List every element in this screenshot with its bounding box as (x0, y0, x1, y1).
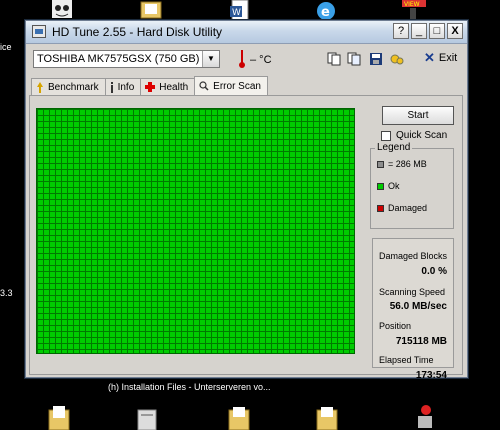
desktop-label-left-top: ice (0, 42, 12, 52)
benchmark-icon (37, 81, 43, 93)
close-button[interactable]: X (447, 23, 463, 39)
desktop-icon-folder-bottom-3[interactable] (316, 406, 340, 430)
damaged-blocks-value: 0.0 % (421, 266, 447, 277)
chevron-down-icon[interactable]: ▼ (202, 51, 219, 67)
exit-icon: ✕ (424, 50, 435, 65)
copy-text-icon[interactable] (327, 52, 341, 66)
desktop-label-bottom[interactable]: (h) Installation Files - Unterserveren v… (108, 382, 271, 392)
desktop-icon-folder-bottom-2[interactable] (228, 406, 252, 430)
legend-title: Legend (375, 142, 413, 153)
legend-swatch-red (377, 204, 384, 212)
legend-item-damaged: Damaged (377, 203, 427, 213)
desktop: W e VIEW ice 3.3 (h) Installation Files … (0, 0, 500, 430)
drive-select[interactable]: TOSHIBA MK7575GSX (750 GB) ▼ (33, 50, 220, 68)
maximize-button[interactable]: □ (429, 23, 445, 39)
svg-text:W: W (232, 8, 241, 18)
legend-label-ok: Ok (388, 181, 400, 191)
toolbar: TOSHIBA MK7575GSX (750 GB) ▼ – °C ✕ Exit (26, 44, 467, 74)
tab-strip: Benchmark Info Health Error Scan (31, 76, 268, 96)
damaged-blocks-label: Damaged Blocks (379, 251, 448, 261)
tab-health[interactable]: Health (140, 78, 196, 95)
position-value: 715118 MB (395, 336, 447, 347)
app-icon (32, 25, 46, 38)
svg-text:VIEW: VIEW (404, 1, 420, 8)
legend-swatch-green (377, 182, 384, 190)
desktop-icon-folder-bottom-1[interactable] (48, 404, 72, 430)
svg-text:e: e (321, 5, 330, 20)
health-icon (145, 82, 156, 92)
tab-info[interactable]: Info (104, 78, 142, 95)
tab-error-scan[interactable]: Error Scan (194, 76, 268, 95)
quick-scan-checkbox-box[interactable] (381, 130, 391, 141)
tab-benchmark-label: Benchmark (48, 81, 99, 93)
desktop-label-left-mid: 3.3 (0, 288, 13, 298)
legend-item-block-size: = 286 MB (377, 159, 427, 169)
thermometer-icon (239, 50, 245, 68)
tab-benchmark[interactable]: Benchmark (31, 78, 106, 95)
scanning-speed-label: Scanning Speed (379, 287, 446, 297)
window-title: HD Tune 2.55 - Hard Disk Utility (52, 25, 223, 39)
legend-label-damaged: Damaged (388, 203, 428, 213)
copy-info-icon[interactable] (347, 52, 361, 66)
desktop-icon-document-bottom[interactable] (136, 408, 160, 430)
help-button[interactable]: ? (393, 23, 409, 39)
start-button[interactable]: Start (382, 106, 454, 125)
options-icon[interactable] (390, 52, 404, 66)
quick-scan-label: Quick Scan (396, 130, 448, 141)
elapsed-time-label: Elapsed Time (379, 355, 434, 365)
temperature-readout: – °C (250, 54, 272, 66)
legend-label-block-size: = 286 MB (388, 159, 427, 169)
legend-swatch-gray (377, 160, 384, 168)
quick-scan-checkbox[interactable]: Quick Scan (381, 130, 447, 141)
scanning-speed-value: 56.0 MB/sec (389, 301, 447, 312)
title-bar[interactable]: HD Tune 2.55 - Hard Disk Utility ? _ □ X (26, 21, 467, 44)
tab-health-label: Health (159, 81, 189, 93)
scan-block-grid (36, 108, 355, 354)
exit-button[interactable]: ✕ Exit (424, 50, 458, 65)
legend-item-ok: Ok (377, 181, 400, 191)
drive-select-value: TOSHIBA MK7575GSX (750 GB) (37, 53, 200, 65)
desktop-icon-pin-bottom[interactable] (412, 404, 436, 430)
error-scan-panel: Start Quick Scan Legend = 286 MB Ok Dama… (29, 95, 463, 381)
elapsed-time-value: 173:54 (415, 370, 447, 381)
tab-info-label: Info (117, 81, 135, 93)
error-scan-icon (199, 81, 209, 91)
minimize-button[interactable]: _ (411, 23, 427, 39)
position-label: Position (379, 321, 412, 331)
hd-tune-window: HD Tune 2.55 - Hard Disk Utility ? _ □ X… (25, 20, 468, 381)
save-icon[interactable] (369, 52, 383, 66)
legend-group: Legend = 286 MB Ok Damaged (370, 142, 454, 229)
exit-label: Exit (438, 52, 458, 64)
info-icon (110, 81, 113, 93)
tab-error-scan-label: Error Scan (213, 80, 261, 92)
scan-stats-panel: Damaged Blocks 0.0 % Scanning Speed 56.0… (372, 238, 454, 381)
